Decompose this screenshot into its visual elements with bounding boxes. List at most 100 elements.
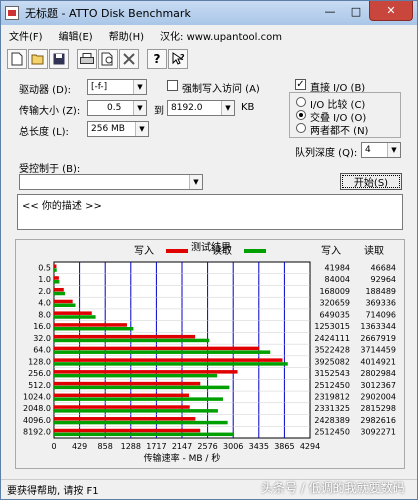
write-value-label: 2512450 (314, 428, 350, 437)
read-value-label: 3714459 (360, 346, 396, 355)
save-icon[interactable] (49, 49, 69, 69)
x-axis-label: 传输速率 - MB / 秒 (144, 452, 221, 464)
write-value-label: 2424111 (314, 334, 350, 343)
x-tick-label: 1717 (146, 442, 166, 451)
transfer-from-value: 0.5 (107, 103, 122, 113)
controlled-by-select[interactable]: ▼ (19, 174, 203, 190)
read-value-label: 2982616 (360, 416, 396, 425)
transfer-to-value: 8192.0 (171, 103, 203, 113)
open-icon[interactable] (28, 49, 48, 69)
write-bar (54, 417, 196, 421)
neither-label: 两者都不 (N) (310, 126, 369, 137)
write-bar (54, 287, 64, 292)
write-bar (54, 311, 92, 315)
x-tick-label: 0 (51, 442, 56, 451)
queue-depth-value: 4 (365, 145, 371, 155)
y-tick-label: 512.0 (28, 381, 51, 390)
app-window: 无标题 - ATTO Disk Benchmark — □ ✕ 文件(F) 编辑… (0, 0, 418, 500)
y-tick-label: 4096.0 (23, 416, 51, 425)
print-preview-icon[interactable] (98, 49, 118, 69)
total-length-select[interactable]: 256 MB ▼ (87, 121, 149, 137)
x-tick-label: 1288 (121, 442, 141, 451)
x-tick-label: 2576 (197, 442, 217, 451)
menu-help[interactable]: 帮助(H) (101, 28, 152, 43)
close-button[interactable]: ✕ (369, 1, 413, 21)
y-tick-label: 64.0 (33, 346, 51, 355)
kb-unit-label: KB (241, 102, 255, 113)
toolbar: ? ? (7, 47, 188, 71)
read-bar (54, 385, 230, 390)
write-value-label: 3522428 (314, 346, 350, 355)
y-tick-label: 0.5 (38, 263, 51, 272)
write-value-label: 3925082 (314, 357, 350, 366)
x-tick-label: 3865 (274, 442, 294, 451)
read-bar (54, 315, 96, 319)
description-text: << 你的描述 >> (22, 201, 102, 212)
print-icon[interactable] (77, 49, 97, 69)
write-bar (54, 264, 57, 268)
legend-read-swatch (244, 249, 266, 253)
read-value-label: 1363344 (360, 322, 396, 331)
transfer-size-label: 传输大小 (Z): (19, 106, 81, 117)
description-field[interactable]: << 你的描述 >> (17, 194, 403, 230)
x-tick-label: 3006 (223, 442, 243, 451)
overlap-io-radio[interactable] (296, 110, 306, 120)
drive-label: 驱动器 (D): (19, 85, 72, 96)
x-tick-label: 2147 (172, 442, 192, 451)
write-bar (54, 323, 127, 327)
read-bar (54, 268, 57, 272)
write-value-label: 41984 (325, 263, 350, 272)
write-bar (54, 405, 190, 409)
read-bar (54, 409, 218, 413)
start-button[interactable]: 开始(S) (340, 173, 402, 190)
x-tick-label: 429 (72, 442, 87, 451)
read-bar (54, 303, 76, 307)
queue-depth-label: 队列深度 (Q): (295, 148, 358, 159)
direct-io-checkbox[interactable]: ✓ (295, 79, 306, 90)
help-icon[interactable]: ? (147, 49, 167, 69)
neither-radio[interactable] (296, 123, 306, 133)
chevron-down-icon: ▼ (221, 101, 234, 115)
write-bar (54, 299, 73, 304)
watermark: 头条号 / 低调的我就要数码 (261, 481, 405, 495)
options-icon[interactable] (119, 49, 139, 69)
x-tick-label: 858 (98, 442, 113, 451)
read-value-label: 2815298 (360, 404, 396, 413)
minimize-button[interactable]: — (317, 1, 343, 21)
queue-depth-select[interactable]: 4 ▼ (361, 142, 401, 158)
y-tick-label: 32.0 (33, 334, 51, 343)
window-title: 无标题 - ATTO Disk Benchmark (25, 7, 191, 20)
y-tick-label: 8192.0 (23, 428, 51, 437)
app-icon (5, 6, 19, 20)
write-bar (54, 346, 260, 351)
read-value-label: 46684 (371, 263, 396, 272)
read-column-header: 读取 (364, 244, 384, 257)
write-bar (54, 381, 201, 386)
menu-edit[interactable]: 编辑(E) (51, 28, 101, 43)
context-help-icon[interactable]: ? (168, 49, 188, 69)
drive-select[interactable]: [-f-] ▼ (87, 79, 147, 95)
read-value-label: 188489 (365, 287, 396, 296)
menu-localization[interactable]: 汉化: www.upantool.com (152, 28, 290, 43)
y-tick-label: 128.0 (28, 357, 51, 366)
transfer-from-select[interactable]: 0.5 ▼ (87, 100, 147, 116)
write-value-label: 2319812 (314, 393, 350, 402)
total-length-label: 总长度 (L): (19, 127, 69, 138)
transfer-to-select[interactable]: 8192.0 ▼ (167, 100, 235, 116)
io-compare-radio[interactable] (296, 97, 306, 107)
write-bar (54, 370, 238, 374)
new-icon[interactable] (7, 49, 27, 69)
chevron-down-icon: ▼ (133, 80, 146, 94)
menu-file[interactable]: 文件(F) (1, 28, 51, 43)
read-bar (54, 362, 288, 366)
write-value-label: 2428389 (314, 416, 350, 425)
write-bar (54, 276, 59, 280)
write-bar (54, 393, 190, 398)
x-tick-label: 3435 (249, 442, 269, 451)
force-write-checkbox[interactable] (167, 80, 178, 91)
read-value-label: 2802984 (360, 369, 396, 378)
write-value-label: 1253015 (314, 322, 350, 331)
maximize-button[interactable]: □ (343, 1, 369, 21)
y-tick-label: 16.0 (33, 322, 51, 331)
title-bar[interactable]: 无标题 - ATTO Disk Benchmark — □ ✕ (1, 1, 417, 25)
